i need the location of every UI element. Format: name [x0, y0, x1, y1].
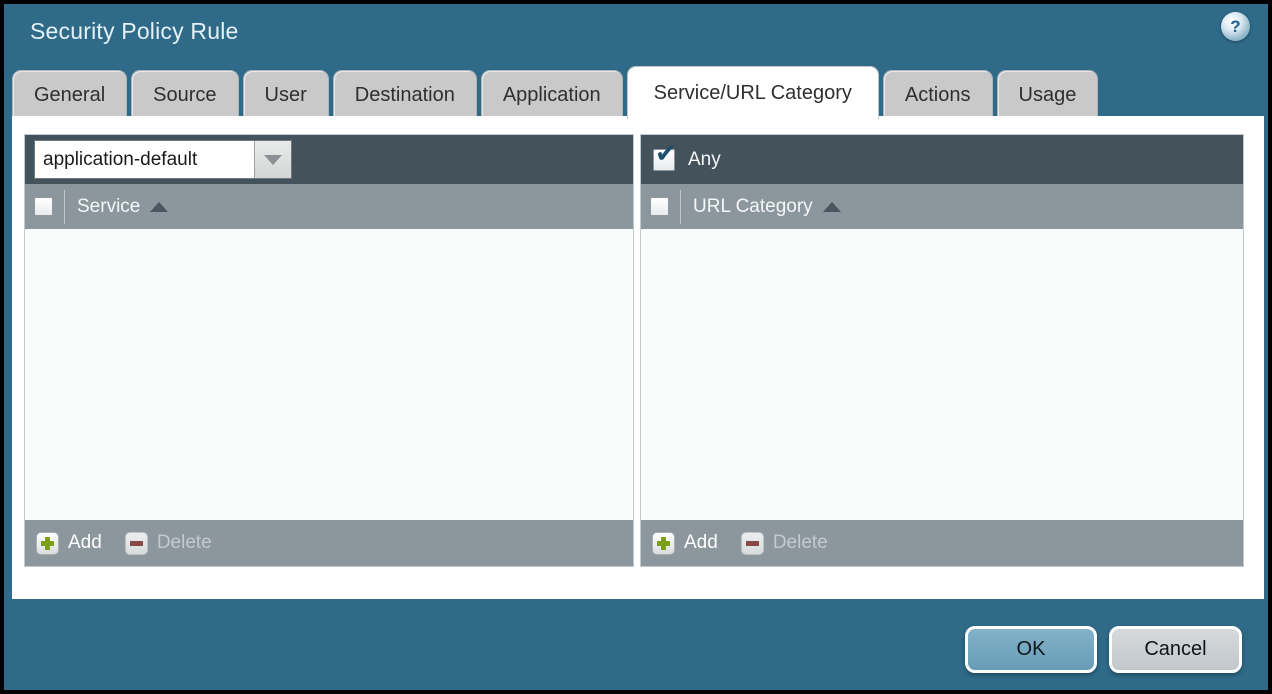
- service-delete-icon[interactable]: [125, 532, 148, 555]
- service-add-button[interactable]: Add: [68, 532, 102, 554]
- security-policy-rule-dialog: Security Policy Rule ? GeneralSourceUser…: [0, 0, 1272, 694]
- tab-general[interactable]: General: [12, 70, 127, 119]
- url-panel-toolbar: ✔ Any: [641, 135, 1243, 184]
- service-panel-toolbar: [25, 135, 633, 184]
- tab-destination[interactable]: Destination: [333, 70, 477, 119]
- any-row: ✔ Any: [650, 149, 721, 171]
- service-table-body[interactable]: [25, 229, 633, 520]
- service-add-icon[interactable]: [36, 532, 59, 555]
- question-mark-glyph: ?: [1230, 18, 1240, 35]
- tab-user[interactable]: User: [243, 70, 329, 119]
- service-dropdown-input[interactable]: [35, 141, 254, 178]
- tabs-row: GeneralSourceUserDestinationApplicationS…: [12, 66, 1098, 119]
- chevron-down-icon: [264, 155, 282, 165]
- any-checkbox[interactable]: ✔: [653, 149, 675, 171]
- ok-button[interactable]: OK: [965, 626, 1097, 673]
- service-column-header-row: Service: [25, 184, 633, 229]
- service-dropdown-button[interactable]: [254, 141, 291, 178]
- service-dropdown: [34, 140, 292, 179]
- window-title: Security Policy Rule: [30, 18, 239, 45]
- url-delete-icon[interactable]: [741, 532, 764, 555]
- column-divider: [64, 190, 65, 224]
- url-delete-button[interactable]: Delete: [773, 532, 828, 554]
- sort-ascending-icon[interactable]: [150, 202, 168, 212]
- column-divider: [680, 190, 681, 224]
- service-panel-footer: Add Delete: [25, 520, 633, 566]
- url-add-icon[interactable]: [652, 532, 675, 555]
- tab-usage[interactable]: Usage: [997, 70, 1099, 119]
- checkmark-icon: ✔: [655, 141, 677, 167]
- sort-ascending-icon[interactable]: [823, 202, 841, 212]
- url-panel-footer: Add Delete: [641, 520, 1243, 566]
- any-label: Any: [688, 149, 721, 171]
- url-column-header[interactable]: URL Category: [693, 196, 813, 218]
- service-delete-button[interactable]: Delete: [157, 532, 212, 554]
- tab-content-service-url-category: Service Add Delete ✔ Any: [12, 116, 1264, 599]
- tab-source[interactable]: Source: [131, 70, 238, 119]
- service-panel: Service Add Delete: [24, 134, 634, 567]
- service-select-all-checkbox[interactable]: [34, 197, 53, 216]
- tab-service-url-category[interactable]: Service/URL Category: [627, 66, 879, 119]
- tab-actions[interactable]: Actions: [883, 70, 993, 119]
- url-select-all-checkbox[interactable]: [650, 197, 669, 216]
- url-column-header-row: URL Category: [641, 184, 1243, 229]
- cancel-button[interactable]: Cancel: [1109, 626, 1242, 673]
- url-add-button[interactable]: Add: [684, 532, 718, 554]
- service-column-header[interactable]: Service: [77, 196, 140, 218]
- url-table-body[interactable]: [641, 229, 1243, 520]
- help-icon[interactable]: ?: [1221, 12, 1250, 41]
- url-category-panel: ✔ Any URL Category Add Delete: [640, 134, 1244, 567]
- tab-application[interactable]: Application: [481, 70, 623, 119]
